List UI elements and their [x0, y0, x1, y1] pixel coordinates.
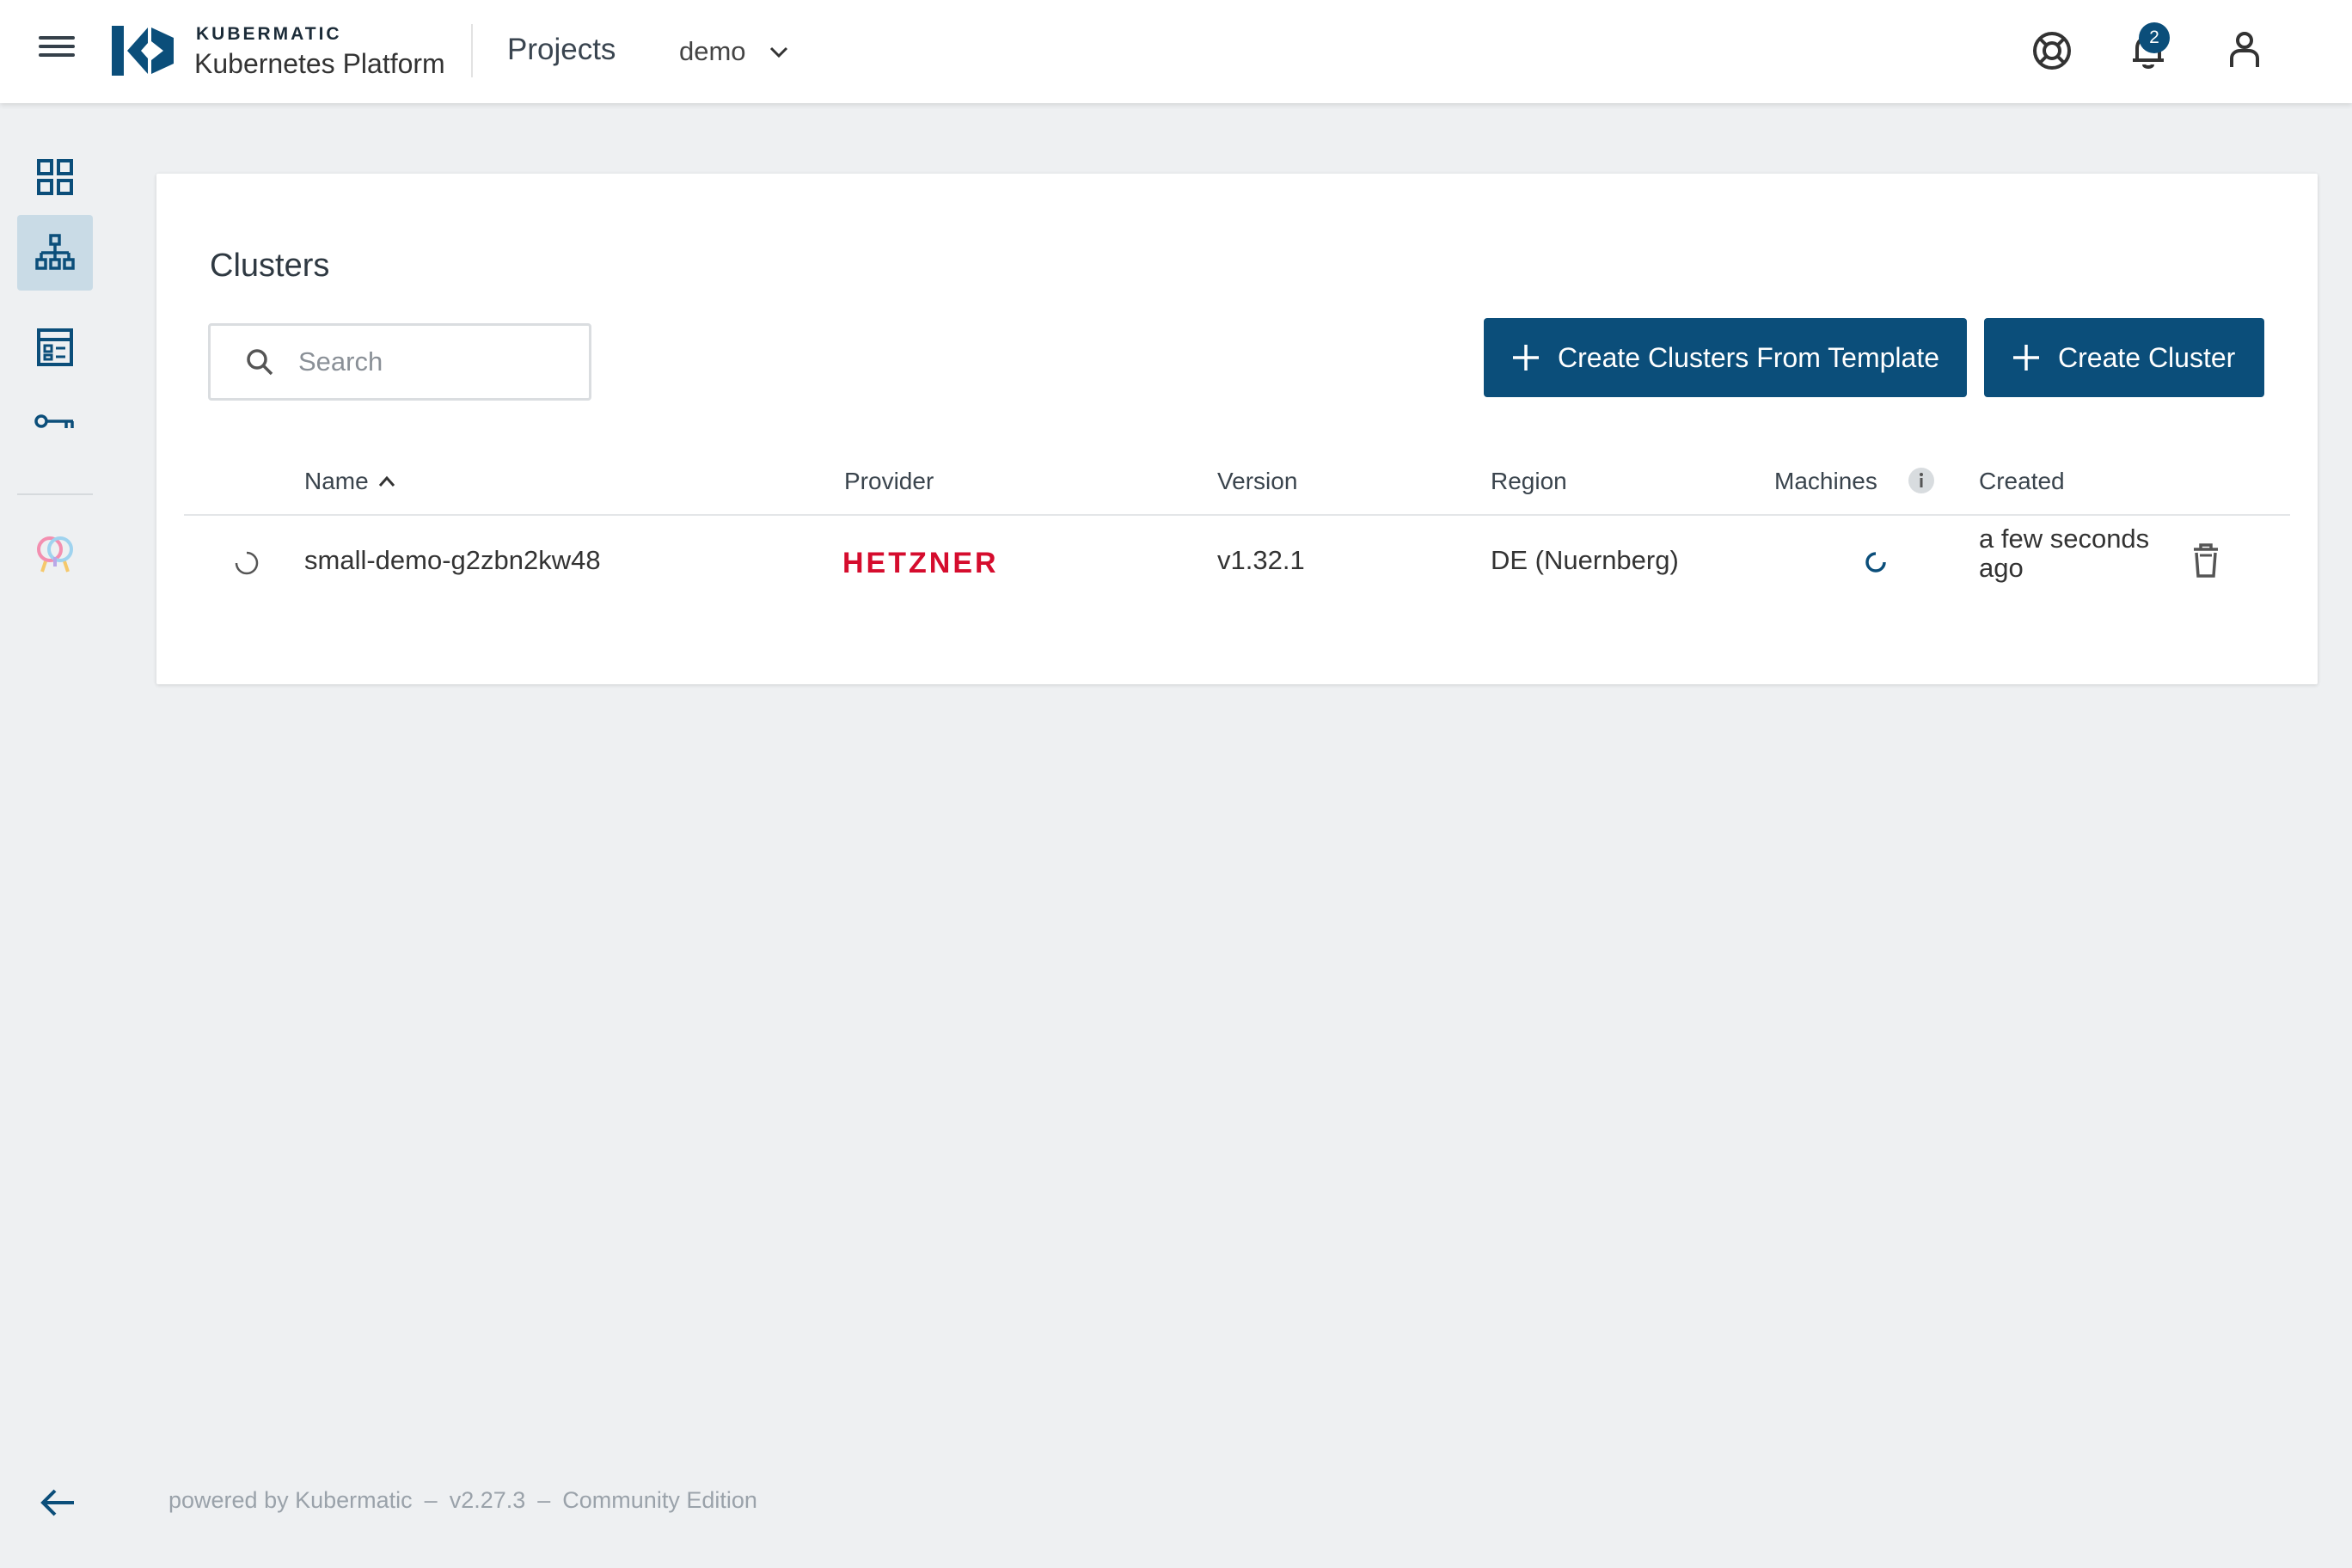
cluster-created-line-1: a few seconds — [1979, 524, 2150, 554]
footer-separator: – — [424, 1487, 438, 1513]
sort-ascending-icon — [378, 475, 395, 487]
projects-link[interactable]: Projects — [507, 33, 616, 67]
info-icon[interactable] — [1907, 466, 1936, 495]
help-lifebuoy-icon[interactable] — [2029, 28, 2075, 74]
search-input[interactable] — [298, 346, 556, 377]
cluster-created: a few seconds ago — [1979, 524, 2149, 583]
column-header-region: Region — [1491, 468, 1567, 494]
sidebar-divider — [17, 493, 93, 495]
create-clusters-from-template-button[interactable]: Create Clusters From Template — [1484, 318, 1967, 397]
cluster-tree-icon — [35, 234, 75, 270]
plus-icon — [2013, 345, 2039, 371]
column-header-name-label: Name — [304, 468, 369, 494]
footer-powered-by: powered by Kubermatic — [168, 1487, 413, 1513]
template-list-icon — [37, 328, 73, 366]
plus-icon — [1513, 345, 1539, 371]
collapse-sidebar-arrow-icon[interactable] — [38, 1482, 79, 1523]
status-spinner-icon — [235, 551, 259, 575]
sidebar-item-templates[interactable] — [17, 309, 93, 385]
column-header-provider: Provider — [844, 468, 934, 494]
sidebar-item-clusters[interactable] — [17, 215, 93, 291]
brand-subtitle: Kubernetes Platform — [194, 48, 445, 79]
cluster-version: v1.32.1 — [1217, 545, 1305, 575]
user-account-icon[interactable] — [2221, 28, 2268, 74]
sidebar-item-kubelb[interactable] — [17, 516, 93, 591]
cluster-region: DE (Nuernberg) — [1491, 545, 1679, 575]
cluster-name[interactable]: small-demo-g2zbn2kw48 — [304, 545, 601, 576]
brand-name: KUBERMATIC — [196, 24, 342, 44]
footer-edition: Community Edition — [562, 1487, 757, 1513]
sidebar-item-ssh-keys[interactable] — [17, 385, 93, 461]
page-title: Clusters — [210, 248, 330, 284]
table-header-divider — [184, 514, 2290, 516]
menu-icon[interactable] — [34, 31, 79, 72]
key-icon — [34, 414, 74, 428]
header-divider — [471, 24, 473, 77]
footer-separator: – — [537, 1487, 551, 1513]
cluster-created-line-2: ago — [1979, 553, 2024, 583]
sidebar-item-overview[interactable] — [17, 139, 93, 215]
grid-icon — [37, 159, 73, 195]
search-icon — [247, 349, 273, 376]
provider-hetzner-logo: HETZNER — [842, 547, 999, 579]
project-selector[interactable]: demo — [679, 34, 789, 69]
top-bar: KUBERMATIC Kubernetes Platform Projects … — [0, 0, 2352, 103]
create-cluster-label: Create Cluster — [2058, 341, 2236, 373]
notification-count-badge: 2 — [2139, 22, 2170, 53]
clusters-card: Clusters Create Clusters From Template C… — [156, 174, 2318, 684]
column-header-version: Version — [1217, 468, 1298, 494]
footer-version: v2.27.3 — [449, 1487, 526, 1513]
footer: powered by Kubermatic – v2.27.3– Community … — [168, 1487, 769, 1514]
search-box[interactable] — [208, 323, 591, 401]
delete-trash-icon[interactable] — [2189, 542, 2223, 579]
chevron-down-icon — [769, 46, 787, 58]
machines-loading-spinner-icon — [1865, 552, 1886, 573]
column-header-machines: Machines — [1774, 468, 1877, 494]
kubermatic-logo[interactable] — [110, 22, 175, 79]
column-header-created: Created — [1979, 468, 2065, 494]
project-selector-value: demo — [679, 36, 746, 66]
column-header-name[interactable]: Name — [304, 468, 396, 495]
kubelb-logo-icon — [37, 536, 73, 573]
create-cluster-button[interactable]: Create Cluster — [1984, 318, 2264, 397]
create-clusters-from-template-label: Create Clusters From Template — [1558, 341, 1939, 373]
